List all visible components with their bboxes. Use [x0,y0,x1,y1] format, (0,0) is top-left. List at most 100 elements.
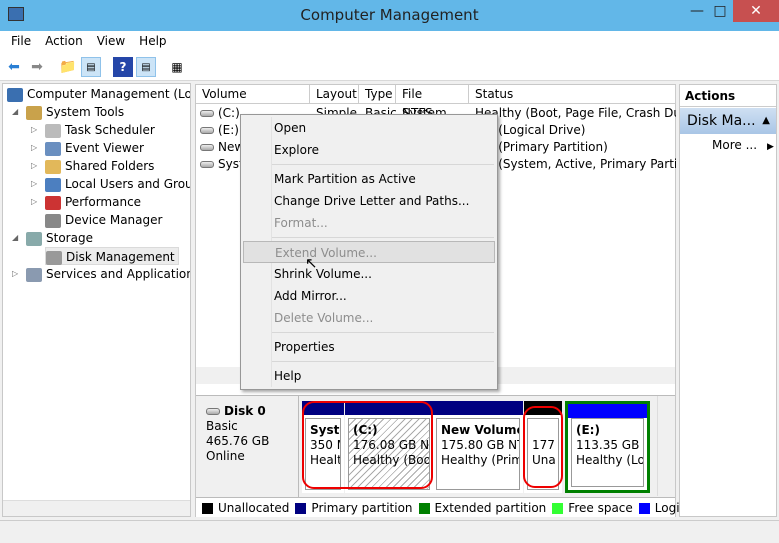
disk-icon [206,408,220,415]
tree-item-system-tools[interactable]: System Tools [26,103,124,121]
menu-item-properties[interactable]: Properties [243,336,495,358]
expand-arrow-icon[interactable]: ▷ [31,121,37,139]
expand-arrow-icon[interactable]: ▷ [31,175,37,193]
back-icon[interactable]: ⬅ [4,57,24,77]
cell-status-text: thy (System, Active, Primary Parti [475,157,676,171]
submenu-arrow-icon: ▶ [767,142,774,152]
legend-label: Extended partition [434,500,547,515]
tree-item-task-scheduler[interactable]: Task Scheduler [45,121,155,139]
partition-status: Healthy (Log [576,453,643,467]
tree-item-disk-management[interactable]: Disk Management [45,247,179,265]
expand-arrow-icon[interactable]: ▷ [31,193,37,211]
actions-section-label: Disk Ma... [687,113,756,129]
tree-item-device-manager[interactable]: Device Manager [45,211,162,229]
show-hide-tree-icon[interactable]: ▤ [81,57,101,77]
toolbar: ⬅ ➡ 📁 ▤ ? ▤ ▦ [0,53,779,81]
context-menu: Open Explore Mark Partition as Active Chang… [240,114,498,390]
menu-item-add-mirror[interactable]: Add Mirror... [243,285,495,307]
column-header-volume[interactable]: Volume [196,85,310,104]
tree-horizontal-scrollbar[interactable] [3,500,190,516]
menu-action[interactable]: Action [38,31,90,53]
menu-item-mark-partition-as-active[interactable]: Mark Partition as Active [243,168,495,190]
menu-help[interactable]: Help [132,31,173,53]
partition-color-bar [433,401,523,415]
actions-header: Actions [680,85,776,107]
menu-bar: File Action View Help [0,31,779,53]
tree-item-local-users-and-groups[interactable]: Local Users and Groups [45,175,190,193]
disk-icon [46,250,62,265]
expand-arrow-icon[interactable]: ▷ [31,139,37,157]
tree-root-label: Computer Management (Local [27,87,191,101]
collapse-arrow-icon[interactable]: ◢ [12,229,18,247]
up-folder-icon[interactable]: 📁 [58,57,78,77]
drive-icon [200,144,214,151]
column-header-fs[interactable]: File System [396,85,469,120]
tree-item-event-viewer[interactable]: Event Viewer [45,139,144,157]
help-icon[interactable]: ? [113,57,133,77]
menu-item-change-drive-letter-and-paths[interactable]: Change Drive Letter and Paths... [243,190,495,212]
column-header-layout[interactable]: Layout [310,85,359,104]
menu-item-explore[interactable]: Explore [243,139,495,161]
shared-folder-icon [45,159,61,174]
menu-item-extend-volume[interactable]: Extend Volume... [243,241,495,263]
partition[interactable]: (E:)113.35 GB NTHealthy (Log [565,401,650,493]
menu-separator [272,164,494,165]
column-header-status[interactable]: Status [469,85,676,104]
more-actions-label: More ... [712,138,758,152]
tree-item-storage[interactable]: Storage [26,229,93,247]
collapse-arrow-icon[interactable]: ◢ [12,103,18,121]
tree-item-services-and-applications[interactable]: Services and Applications [26,265,190,283]
forward-icon[interactable]: ➡ [27,57,47,77]
partition-color-bar [568,404,647,418]
tree-item-label: System Tools [46,105,125,119]
maximize-button[interactable]: □ [703,0,737,22]
menu-item-help[interactable]: Help [243,365,495,387]
disk-0-label[interactable]: Disk 0 Basic 465.76 GB Online [196,396,299,498]
disk-size: 465.76 GB [206,434,270,448]
legend-item: Extended partition [418,500,547,515]
legend-swatch [552,502,564,514]
show-hide-action-pane-icon[interactable]: ▤ [136,57,156,77]
legend: Unallocated Primary partition Extended par… [196,497,731,517]
users-icon [45,177,61,192]
menu-item-open[interactable]: Open [243,117,495,139]
event-viewer-icon [45,141,61,156]
close-button[interactable]: ✕ [733,0,779,22]
selection-highlight-ring [302,401,433,489]
title-bar: Computer Management — □ ✕ [0,0,779,31]
tree-root[interactable]: Computer Management (Local [7,85,191,103]
console-tree: Computer Management (Local ◢ System Tools ▷… [2,83,191,517]
clock-icon [45,123,61,138]
expand-arrow-icon[interactable]: ▷ [12,265,18,283]
tree-item-label: Task Scheduler [65,123,155,137]
legend-swatch [638,502,650,514]
partition-size: 175.80 GB NTF [441,438,519,452]
more-actions[interactable]: More ... ▶ [712,137,774,155]
legend-item: Unallocated [202,501,289,515]
drive-icon [200,110,214,117]
tree-item-performance[interactable]: Performance [45,193,141,211]
menu-view[interactable]: View [90,31,132,53]
cell-status-text: Healthy (Boot, Page File, Crash Dump, [475,106,676,120]
menu-item-format[interactable]: Format... [243,212,495,234]
menu-item-shrink-volume[interactable]: Shrink Volume... [243,263,495,285]
menu-item-delete-volume[interactable]: Delete Volume... [243,307,495,329]
partition[interactable]: New Volume175.80 GB NTFHealthy (Prim [433,401,523,493]
legend-item: Free space [552,500,633,515]
tree-item-label: Local Users and Groups [65,177,190,191]
actions-section-disk-management[interactable]: Disk Ma... ▲ [680,108,776,134]
column-header-type[interactable]: Type [359,85,396,104]
drive-icon [200,127,214,134]
properties-icon[interactable]: ▦ [167,57,187,77]
menu-file[interactable]: File [4,31,38,53]
partition-name: New Volume [441,423,520,437]
computer-management-icon [7,87,23,102]
partition-details: New Volume175.80 GB NTFHealthy (Prim [436,418,520,490]
menu-separator [272,361,494,362]
cell-status: Healthy (Boot, Page File, Crash Dump, [475,105,676,122]
legend-label: Free space [568,500,633,515]
tree-item-shared-folders[interactable]: Shared Folders [45,157,154,175]
disk-vertical-scrollbar[interactable] [657,396,674,496]
tree-item-label: Storage [46,231,93,245]
expand-arrow-icon[interactable]: ▷ [31,157,37,175]
